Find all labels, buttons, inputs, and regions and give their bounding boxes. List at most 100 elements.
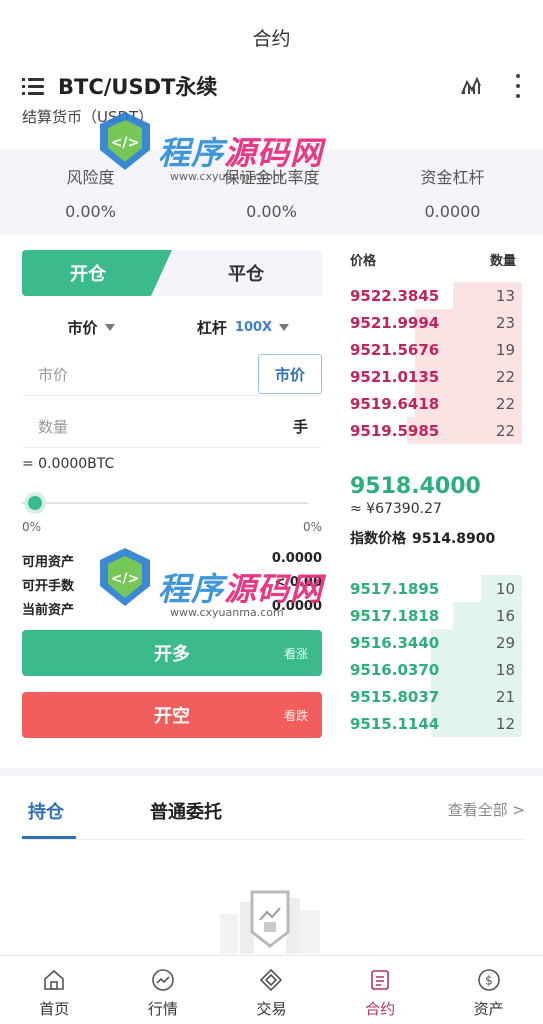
stat-value: 0.0000 [424,202,481,221]
menu-list-icon[interactable] [22,77,44,95]
asset-row-openable: 可开手数 < 0.00 [22,575,322,594]
asset-label: 可开手数 [22,579,75,594]
tab-open-position[interactable]: 开仓 [22,250,172,296]
market-icon [152,969,174,991]
ask-price: 9521.9994 [350,313,440,332]
ask-price: 9521.0135 [350,367,440,386]
ask-price: 9521.5676 [350,340,440,359]
bid-row[interactable]: 9515.1144 12 [350,710,522,737]
stat-label: 风险度 [66,168,115,187]
bid-price: 9517.1895 [350,579,440,598]
position-tabs: 持仓 普通委托 查看全部 > [22,790,525,840]
settle-currency: 结算货币（USDT） [22,108,154,126]
ask-qty: 22 [495,367,515,386]
active-tab-indicator [22,836,76,839]
ask-row[interactable]: 9519.5985 22 [350,417,522,444]
asset-value: 0.0000 [271,599,322,614]
view-all-link[interactable]: 查看全部 > [448,799,525,820]
tab-open-orders[interactable]: 普通委托 [150,798,222,824]
trade-icon [260,968,283,992]
asset-row-current: 当前资产 0.0000 [22,599,322,618]
open-short-sublabel: 看跌 [283,708,308,723]
bid-row[interactable]: 9516.0370 18 [350,656,522,683]
open-long-label: 开多 [154,644,190,665]
ask-qty: 19 [495,340,515,359]
ask-row[interactable]: 9521.5676 19 [350,336,522,363]
bid-qty: 18 [495,660,515,679]
nav-assets[interactable]: $ 资产 [434,956,543,1024]
slider-handle[interactable] [28,496,42,510]
bid-row[interactable]: 9517.1895 10 [350,575,522,602]
slider-max-label: 0% [303,520,323,534]
index-price-value: 9514.8900 [412,531,496,547]
leverage-label: 杠杆 [196,318,227,337]
nav-label: 交易 [256,1000,287,1018]
asset-row-available: 可用资产 0.0000 [22,551,322,570]
symbol-bar: BTC/USDT永续 [22,70,525,102]
ask-qty: 23 [495,313,515,332]
stat-value: 0.00% [65,202,116,221]
tab-positions[interactable]: 持仓 [28,798,64,824]
bottom-nav: 首页 行情 交易 合约 $ 资产 [0,955,543,1024]
home-icon [44,969,65,990]
orderbook-asks: 9522.3845 13 9521.9994 23 9521.5676 19 9521.01… [350,282,522,444]
tab-close-position[interactable]: 平仓 [150,250,322,296]
asset-value: < 0.00 [274,575,323,590]
price-field[interactable]: 市价 市价 [22,354,322,396]
bid-qty: 21 [495,687,515,706]
bid-qty: 12 [495,714,515,733]
position-slider[interactable] [22,494,308,512]
nav-contract[interactable]: 合约 [326,956,435,1024]
nav-label: 首页 [39,1000,70,1018]
bid-price: 9517.1818 [350,606,440,625]
asset-icon: $ [477,969,500,991]
ask-qty: 22 [495,421,515,440]
bid-price: 9516.0370 [350,660,440,679]
bid-qty: 29 [495,633,515,652]
market-price-button[interactable]: 市价 [258,354,322,394]
ask-qty: 13 [495,286,515,305]
bid-row[interactable]: 9516.3440 29 [350,629,522,656]
kline-chart-icon[interactable] [459,74,483,98]
more-vertical-icon[interactable] [515,74,521,98]
symbol-name[interactable]: BTC/USDT永续 [58,71,217,101]
quantity-field[interactable]: 数量 手 [22,406,322,448]
svg-text:</>: </> [111,135,140,151]
cny-price: ≈ ¥67390.27 [350,501,442,517]
last-price: 9518.4000 [350,474,481,499]
nav-home[interactable]: 首页 [0,956,109,1024]
stat-margin: 保证金比率度 0.00% [181,150,362,234]
orderbook-price-header: 价格 [350,254,377,269]
open-short-button[interactable]: 开空 看跌 [22,692,322,738]
price-input-placeholder[interactable]: 市价 [38,364,68,385]
asset-value: 0.0000 [271,551,322,566]
slider-track[interactable] [22,502,308,504]
ask-qty: 22 [495,394,515,413]
nav-trade[interactable]: 交易 [217,956,326,1024]
bid-price: 9515.8037 [350,687,440,706]
stat-label: 资金杠杆 [420,168,485,187]
stat-value: 0.00% [246,202,297,221]
ask-row[interactable]: 9519.6418 22 [350,390,522,417]
orderbook-bids: 9517.1895 10 9517.1818 16 9516.3440 29 9516.03… [350,575,522,737]
account-stats: 风险度 0.00% 保证金比率度 0.00% 资金杠杆 0.0000 [0,150,543,234]
quantity-input-placeholder[interactable]: 数量 [38,416,68,437]
nav-market[interactable]: 行情 [109,956,218,1024]
order-type-select[interactable]: 市价 [22,312,160,342]
leverage-select[interactable]: 杠杆 100X [174,312,312,342]
section-divider [0,768,543,776]
ask-row[interactable]: 9521.0135 22 [350,363,522,390]
stat-risk: 风险度 0.00% [0,150,181,234]
orderbook-header: 价格 数量 [350,250,516,269]
bid-qty: 16 [495,606,515,625]
bid-row[interactable]: 9517.1818 16 [350,602,522,629]
index-price-label: 指数价格 [350,531,406,547]
orderbook-qty-header: 数量 [489,254,516,269]
ask-row[interactable]: 9522.3845 13 [350,282,522,309]
bid-qty: 10 [495,579,515,598]
asset-label: 可用资产 [22,555,75,570]
bid-row[interactable]: 9515.8037 21 [350,683,522,710]
ask-row[interactable]: 9521.9994 23 [350,309,522,336]
open-long-button[interactable]: 开多 看涨 [22,630,322,676]
ask-price: 9522.3845 [350,286,440,305]
